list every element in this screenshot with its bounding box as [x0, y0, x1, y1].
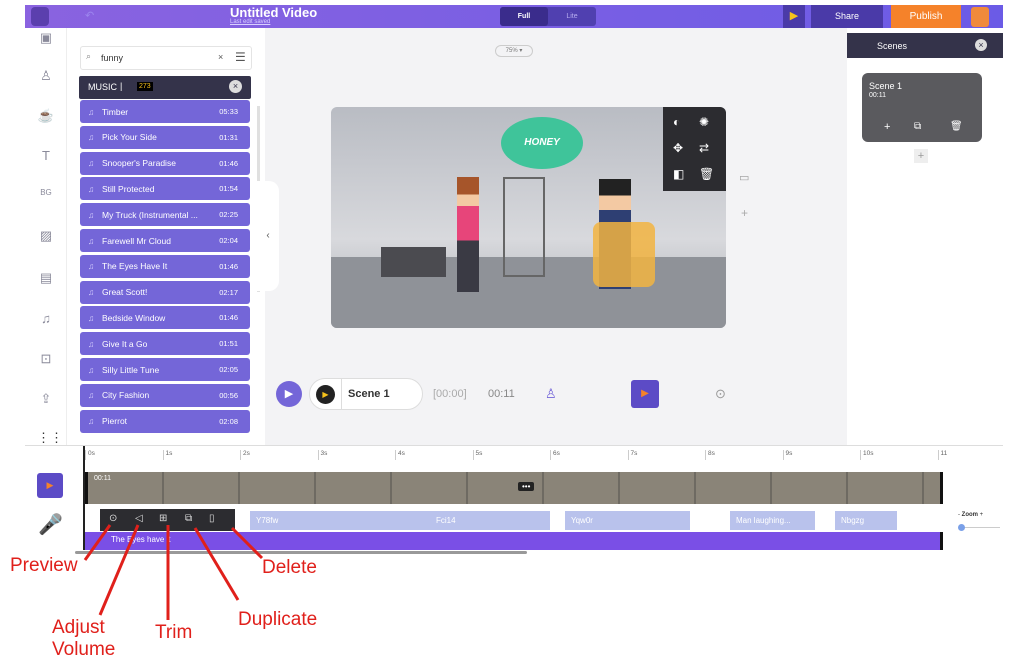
annotation-duplicate: Duplicate — [238, 609, 318, 630]
annotation-volume: Adjust Volume — [52, 617, 116, 660]
annotation-arrows — [83, 524, 264, 620]
annotation-trim: Trim — [155, 622, 193, 643]
annotation-preview: Preview — [10, 555, 78, 576]
annotation-delete: Delete — [262, 557, 317, 578]
